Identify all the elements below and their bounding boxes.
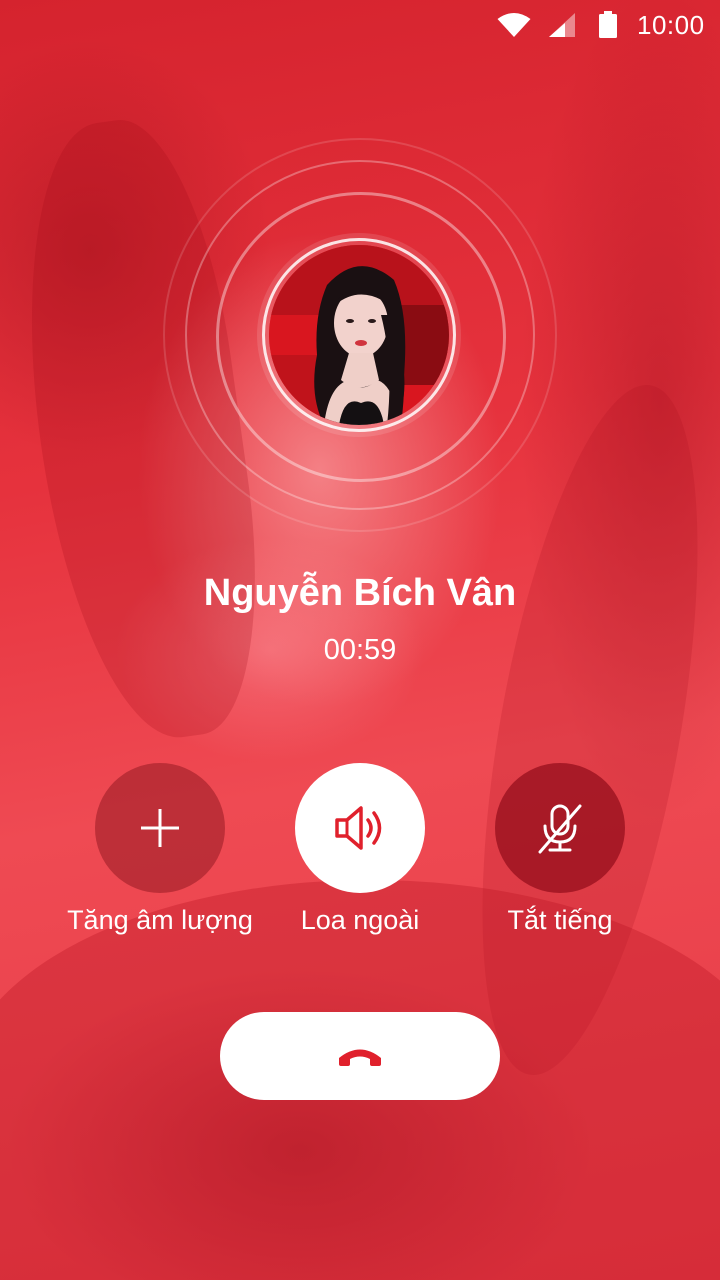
wifi-icon [497,13,531,37]
end-call-button[interactable] [220,1012,500,1100]
volume-up-label: Tăng âm lượng [67,905,253,935]
volume-up-button[interactable]: Tăng âm lượng [45,763,275,936]
caller-name: Nguyễn Bích Vân [203,572,517,614]
battery-icon [599,11,617,38]
volume-up-circle[interactable] [95,763,225,893]
mute-button[interactable]: Tắt tiếng [445,763,675,936]
mute-circle[interactable] [495,763,625,893]
caller-avatar [269,245,449,425]
avatar-image [269,245,449,425]
plus-icon [141,809,179,847]
speaker-button[interactable]: Loa ngoài [245,763,475,936]
speaker-circle[interactable] [295,763,425,893]
mute-label: Tắt tiếng [507,905,613,935]
status-time: 10:00 [637,10,705,40]
mic-off-icon [538,804,582,854]
speaker-icon [335,806,382,850]
call-duration: 00:59 [323,634,397,666]
status-bar: 10:00 [0,0,720,50]
phone-hangup-icon [339,1049,381,1066]
call-screen: 10:00 Nguyễn Bích Vân 00:59 Tăng âm lượn… [0,0,720,1280]
speaker-label: Loa ngoài [300,905,420,935]
signal-icon [549,13,575,37]
